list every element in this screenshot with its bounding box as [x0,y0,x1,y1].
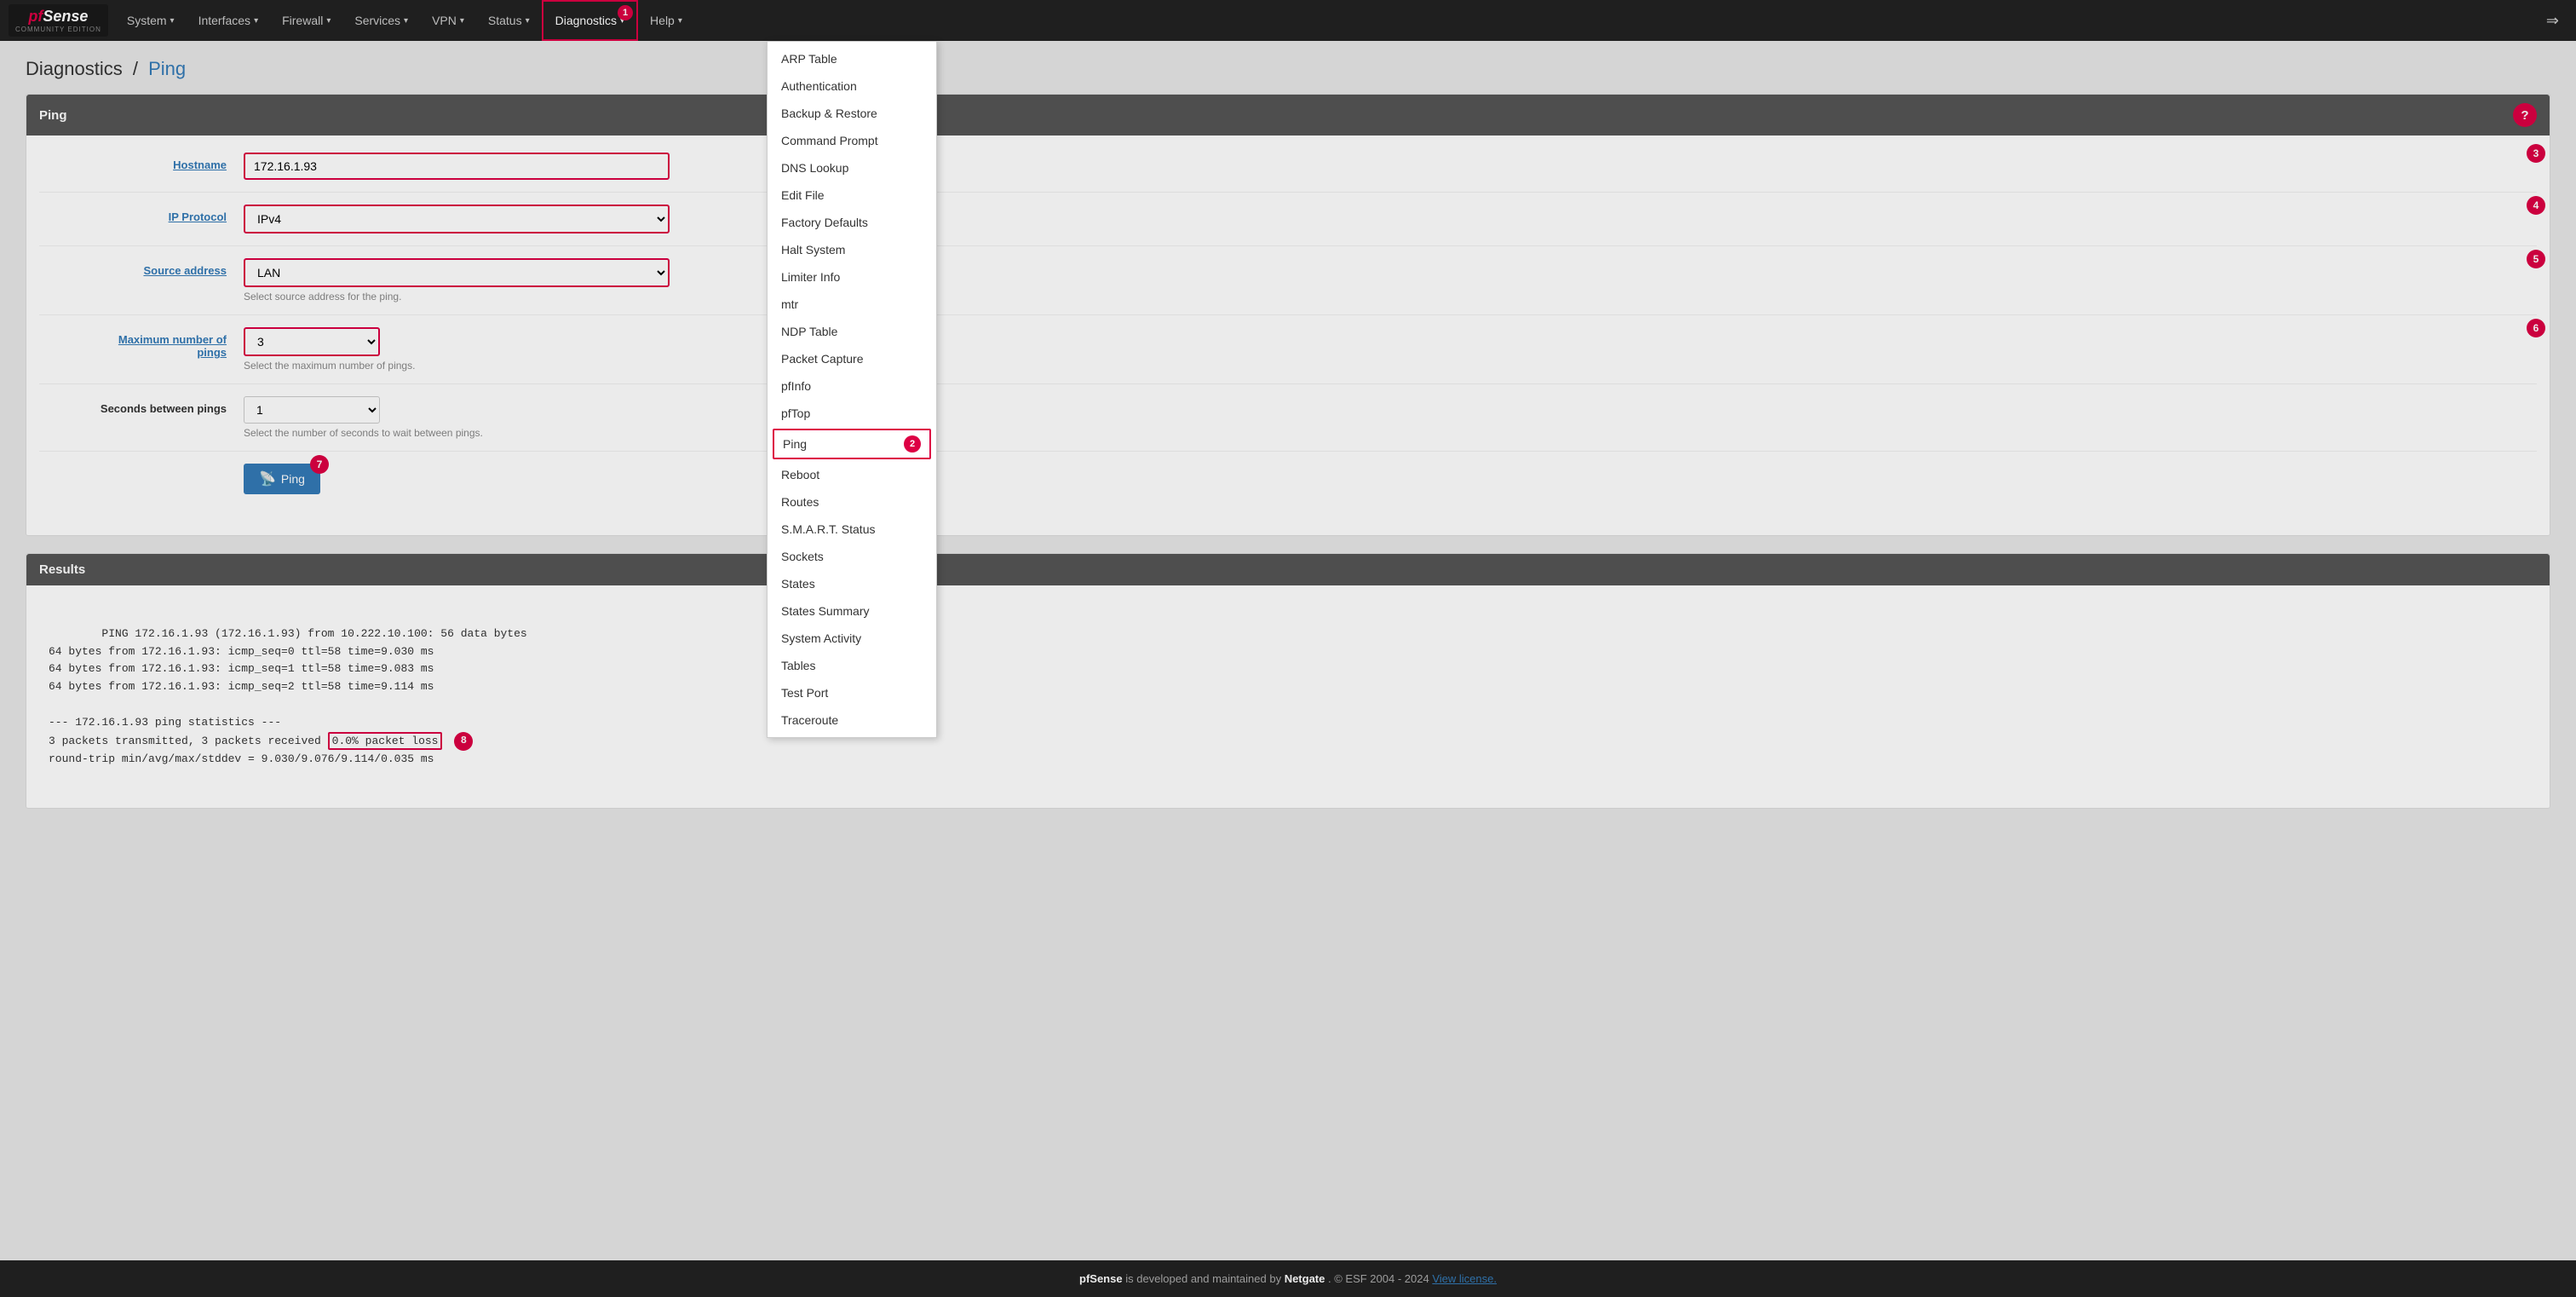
diagnostics-dropdown: ARP Table Authentication Backup & Restor… [767,41,937,738]
dropdown-item-halt-system[interactable]: Halt System [768,236,936,263]
dropdown-item-command-prompt[interactable]: Command Prompt [768,127,936,154]
dropdown-item-system-activity[interactable]: System Activity [768,625,936,652]
dropdown-item-test-port[interactable]: Test Port [768,679,936,706]
dropdown-item-packet-capture[interactable]: Packet Capture [768,345,936,372]
dropdown-item-reboot[interactable]: Reboot [768,461,936,488]
dropdown-item-factory-defaults[interactable]: Factory Defaults [768,209,936,236]
dropdown-overlay [0,0,2576,1297]
dropdown-item-pftop[interactable]: pfTop [768,400,936,427]
dropdown-item-states[interactable]: States [768,570,936,597]
dropdown-item-arp-table[interactable]: ARP Table [768,45,936,72]
dropdown-item-ndp-table[interactable]: NDP Table [768,318,936,345]
ping-badge: 2 [904,435,921,453]
dropdown-item-sockets[interactable]: Sockets [768,543,936,570]
dropdown-item-mtr[interactable]: mtr [768,291,936,318]
dropdown-item-tables[interactable]: Tables [768,652,936,679]
dropdown-item-backup-restore[interactable]: Backup & Restore [768,100,936,127]
dropdown-item-traceroute[interactable]: Traceroute [768,706,936,734]
dropdown-item-smart-status[interactable]: S.M.A.R.T. Status [768,516,936,543]
dropdown-item-routes[interactable]: Routes [768,488,936,516]
dropdown-item-limiter-info[interactable]: Limiter Info [768,263,936,291]
dropdown-item-pfinfo[interactable]: pfInfo [768,372,936,400]
dropdown-item-ping[interactable]: Ping 2 [773,429,931,459]
dropdown-item-authentication[interactable]: Authentication [768,72,936,100]
dropdown-item-dns-lookup[interactable]: DNS Lookup [768,154,936,182]
dropdown-item-edit-file[interactable]: Edit File [768,182,936,209]
dropdown-item-states-summary[interactable]: States Summary [768,597,936,625]
